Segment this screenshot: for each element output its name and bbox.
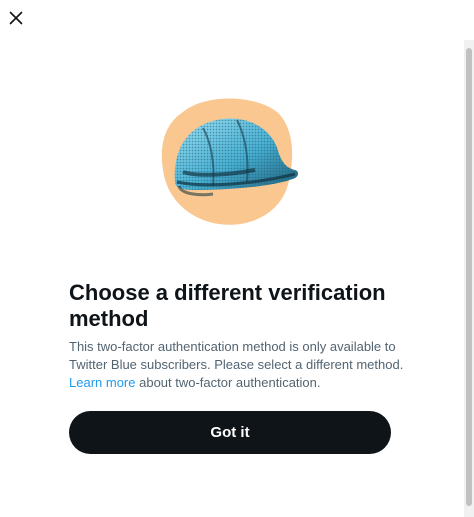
description-suffix: about two-factor authentication. — [139, 375, 321, 390]
scrollbar-thumb[interactable] — [466, 48, 472, 506]
verification-method-dialog: Choose a different verification method T… — [0, 0, 474, 517]
dialog-title: Choose a different verification method — [69, 280, 386, 331]
dialog-header — [0, 0, 474, 44]
scrollbar[interactable] — [464, 40, 474, 517]
close-icon — [9, 11, 23, 25]
got-it-button[interactable]: Got it — [69, 411, 391, 454]
description-text: This two-factor authentication method is… — [69, 339, 404, 372]
dialog-description: This two-factor authentication method is… — [69, 338, 409, 392]
hard-hat-illustration — [161, 98, 298, 225]
close-button[interactable] — [4, 6, 28, 30]
learn-more-link[interactable]: Learn more — [69, 375, 135, 390]
